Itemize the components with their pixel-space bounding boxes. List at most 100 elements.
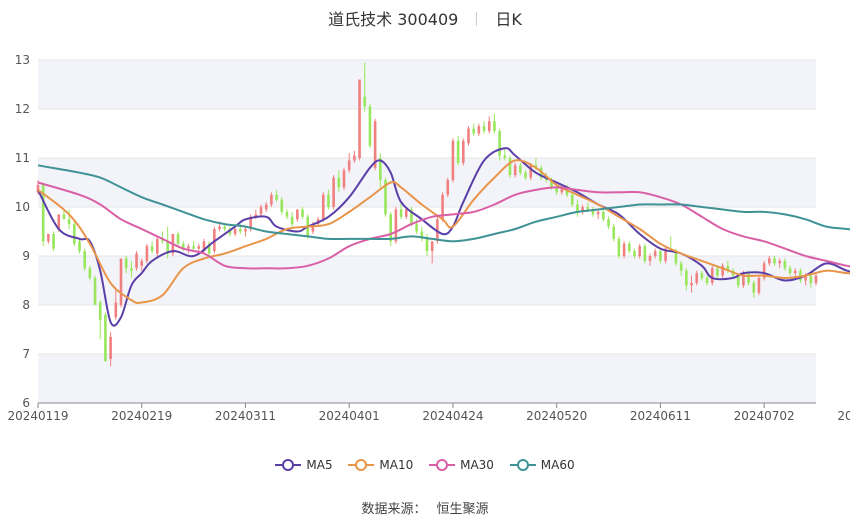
candle-body	[332, 177, 335, 207]
candle-body	[140, 260, 144, 266]
candle-body	[659, 251, 662, 261]
y-tick-label: 10	[15, 200, 30, 214]
candle-body	[197, 246, 201, 249]
candle-body	[233, 229, 237, 234]
candle-body	[264, 204, 268, 210]
y-tick-label: 13	[15, 53, 30, 67]
candle-body	[218, 226, 221, 230]
candle-body	[679, 263, 683, 271]
legend-marker-ma30	[429, 459, 456, 471]
candle-body	[280, 199, 284, 212]
candle-body	[446, 180, 450, 195]
candle-body	[404, 209, 408, 217]
candle-body	[456, 140, 460, 163]
candle-body	[602, 211, 605, 220]
x-tick-label: 20240119	[7, 409, 68, 423]
x-tick-label: 20240611	[630, 409, 691, 423]
candle-body	[223, 226, 227, 230]
legend-label-ma5: MA5	[306, 458, 333, 472]
candle-body	[135, 253, 138, 269]
candle-body	[290, 216, 294, 225]
candle-body	[244, 229, 247, 232]
candle-body	[93, 278, 97, 305]
candle-body	[285, 211, 289, 217]
candle-body	[176, 233, 180, 244]
legend-marker-ma5	[275, 459, 302, 471]
candle-body	[109, 336, 112, 359]
x-tick-label: 20240311	[215, 409, 276, 423]
grid-band	[38, 354, 816, 403]
candle-body	[114, 302, 118, 318]
candlestick-chart: 6 7 8 9 10 11 12 13 20240119 20240219 20240311 2024…	[7, 53, 850, 423]
candle-body	[394, 209, 398, 242]
y-tick-label: 6	[22, 396, 30, 410]
candle-body	[337, 177, 341, 188]
candle-body	[78, 241, 81, 252]
candle-body	[648, 256, 652, 261]
legend-label-ma10: MA10	[379, 458, 414, 472]
candle-body	[451, 140, 455, 181]
candle-body	[653, 251, 657, 256]
candle-body	[321, 194, 325, 220]
candle-body	[809, 275, 813, 283]
candle-body	[47, 233, 50, 242]
legend-item-ma60[interactable]: MA60	[509, 458, 575, 472]
legend-item-ma5[interactable]: MA5	[275, 458, 333, 472]
candle-body	[586, 207, 590, 210]
candle-body	[508, 158, 512, 176]
candle-body	[700, 273, 704, 279]
legend-marker-ma10	[348, 459, 375, 471]
candle-body	[88, 268, 92, 279]
candle-body	[399, 209, 403, 217]
candle-body	[358, 79, 361, 158]
grid-band	[38, 60, 816, 109]
y-tick-label: 7	[22, 347, 30, 361]
candle-body	[353, 155, 356, 161]
candle-body	[757, 278, 761, 293]
x-tick-label: 20240722	[837, 409, 850, 423]
legend-item-ma30[interactable]: MA30	[429, 458, 494, 472]
legend: MA5 MA10 MA30 MA60	[0, 458, 850, 475]
candle-body	[778, 260, 781, 264]
candle-body	[389, 214, 392, 242]
candle-body	[503, 155, 507, 158]
candle-body	[695, 273, 699, 283]
y-tick-label: 12	[15, 102, 30, 116]
candle-body	[487, 121, 491, 132]
y-tick-label: 11	[15, 151, 30, 165]
candle-body	[130, 268, 133, 271]
candle-body	[301, 209, 304, 217]
candle-body	[62, 214, 66, 220]
data-source: 数据来源： 恒生聚源	[0, 498, 850, 517]
candle-body	[783, 260, 787, 269]
source-value: 恒生聚源	[436, 502, 489, 517]
y-tick-label: 9	[22, 249, 30, 263]
candle-body	[472, 128, 475, 134]
candle-body	[622, 243, 626, 256]
x-tick-label: 20240219	[111, 409, 172, 423]
legend-item-ma10[interactable]: MA10	[348, 458, 413, 472]
x-tick-label: 20240702	[734, 409, 795, 423]
candle-body	[270, 194, 273, 205]
source-label: 数据来源：	[361, 502, 427, 517]
candle-body	[477, 126, 481, 134]
x-tick-label: 20240424	[422, 409, 483, 423]
candle-body	[347, 160, 351, 171]
candle-body	[570, 194, 574, 205]
candle-body	[690, 282, 693, 286]
candle-body	[814, 275, 818, 283]
candle-body	[513, 165, 517, 176]
candle-body	[430, 241, 434, 252]
candle-body	[685, 270, 688, 286]
candle-body	[83, 251, 86, 269]
y-tick-label: 8	[22, 298, 30, 312]
candle-body	[187, 246, 190, 249]
candle-body	[773, 258, 776, 264]
candle-body	[617, 238, 621, 256]
candle-body	[119, 258, 123, 305]
candle-body	[612, 226, 616, 239]
candle-body	[519, 165, 522, 173]
legend-label-ma30: MA30	[460, 458, 494, 472]
candle-body	[705, 278, 709, 283]
candle-body	[296, 209, 299, 220]
